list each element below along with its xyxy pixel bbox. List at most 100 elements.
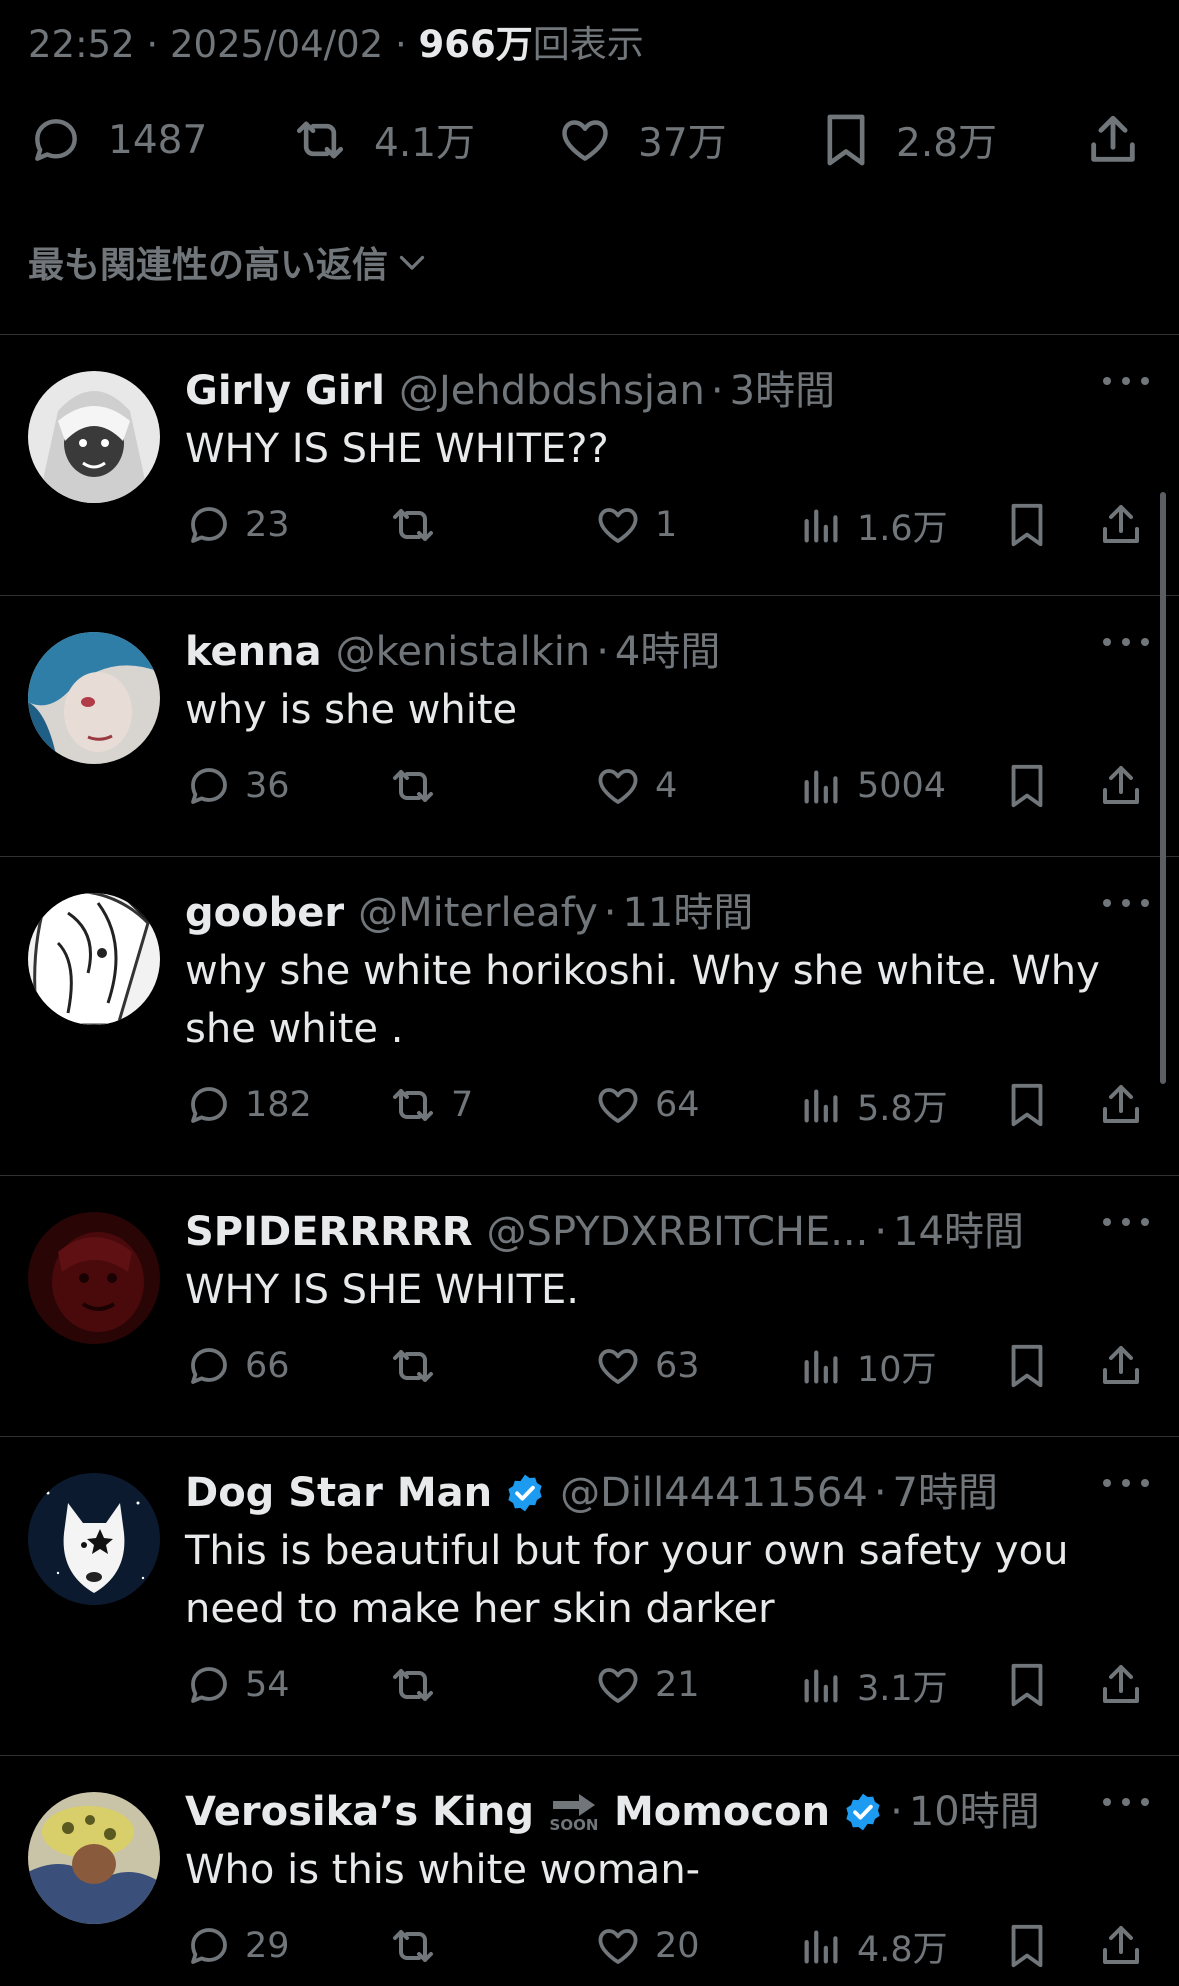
reply-item[interactable]: Dog Star Man @Dill44411564 · 7時間 This is…: [0, 1437, 1179, 1756]
views-chart-icon: [804, 1089, 838, 1123]
heart-icon: [598, 1088, 638, 1123]
like-button[interactable]: 21: [593, 1658, 700, 1712]
reply-button[interactable]: 29: [185, 1919, 290, 1973]
reply-time[interactable]: 4時間: [615, 623, 720, 681]
more-options-button[interactable]: [1103, 366, 1149, 396]
share-icon: [1103, 1926, 1139, 1964]
display-name[interactable]: Dog Star Man: [185, 1464, 492, 1522]
reply-item[interactable]: SPIDERRRRR @SPYDXRBITCHE... · 14時間 WHY I…: [0, 1176, 1179, 1437]
reply-button[interactable]: 182: [185, 1078, 312, 1132]
like-count: 64: [655, 1085, 700, 1125]
views-button[interactable]: 5.8万: [799, 1078, 948, 1132]
user-handle[interactable]: @Jehdbdshsjan: [399, 362, 705, 420]
like-button[interactable]: 37万: [556, 108, 727, 172]
bookmark-button[interactable]: [1005, 1919, 1049, 1973]
avatar[interactable]: [28, 632, 160, 764]
views-button[interactable]: 5004: [799, 759, 946, 813]
share-button[interactable]: [1097, 498, 1145, 552]
reply-time[interactable]: 3時間: [730, 362, 835, 420]
user-handle[interactable]: @Dill44411564: [560, 1464, 868, 1522]
repost-count: 7: [451, 1085, 474, 1125]
reply-time[interactable]: 11時間: [622, 884, 753, 942]
reply-button[interactable]: 54: [185, 1658, 290, 1712]
like-button[interactable]: 4: [593, 759, 677, 813]
reply-button[interactable]: 23: [185, 498, 290, 552]
more-options-button[interactable]: [1103, 1207, 1149, 1237]
like-button[interactable]: 64: [593, 1078, 700, 1132]
scrollbar[interactable]: [1160, 492, 1166, 1084]
bookmark-button[interactable]: [1005, 759, 1049, 813]
reply-icon: [191, 768, 227, 804]
user-handle[interactable]: @kenistalkin: [336, 623, 591, 681]
bookmark-button[interactable]: 2.8万: [820, 108, 997, 172]
reply-time[interactable]: 14時間: [893, 1203, 1024, 1261]
reply-item[interactable]: goober @Miterleafy · 11時間 why she white …: [0, 857, 1179, 1176]
repost-button[interactable]: [387, 759, 451, 813]
bookmark-button[interactable]: [1005, 1658, 1049, 1712]
repost-button[interactable]: [387, 1658, 451, 1712]
user-handle[interactable]: @Miterleafy: [358, 884, 598, 942]
avatar[interactable]: [28, 371, 160, 503]
display-name-suffix[interactable]: Momocon: [614, 1783, 830, 1841]
user-handle[interactable]: @SPYDXRBITCHE...: [487, 1203, 869, 1261]
views-button[interactable]: 3.1万: [799, 1658, 948, 1712]
repost-button[interactable]: [387, 1919, 451, 1973]
reply-time[interactable]: 7時間: [893, 1464, 998, 1522]
repost-button[interactable]: 4.1万: [290, 108, 475, 172]
views-button[interactable]: 4.8万: [799, 1919, 948, 1973]
bookmark-button[interactable]: [1005, 1339, 1049, 1393]
repost-count: 4.1万: [374, 121, 476, 166]
repost-button[interactable]: 7: [387, 1078, 473, 1132]
display-name[interactable]: Girly Girl: [185, 362, 385, 420]
more-options-button[interactable]: [1103, 888, 1149, 918]
display-name[interactable]: Verosika’s King: [185, 1783, 534, 1841]
repost-button[interactable]: [387, 1339, 451, 1393]
reply-item[interactable]: Verosika’s King SOON Momocon · 10時間 Who …: [0, 1756, 1179, 1986]
like-button[interactable]: 1: [593, 498, 677, 552]
reply-item[interactable]: Girly Girl @Jehdbdshsjan · 3時間 WHY IS SH…: [0, 335, 1179, 596]
repost-icon: [393, 1350, 433, 1382]
avatar[interactable]: [28, 1792, 160, 1924]
more-options-button[interactable]: [1103, 627, 1149, 657]
more-options-button[interactable]: [1103, 1787, 1149, 1817]
display-name[interactable]: kenna: [185, 623, 322, 681]
views-count: 4.8万: [857, 1929, 948, 1970]
share-button[interactable]: [1097, 1078, 1145, 1132]
heart-icon: [562, 120, 608, 161]
views-count: 5.8万: [857, 1088, 948, 1129]
share-button[interactable]: [1097, 1339, 1145, 1393]
bookmark-button[interactable]: [1005, 1078, 1049, 1132]
views-label: 回表示: [532, 23, 644, 66]
share-button[interactable]: [1084, 108, 1142, 172]
reply-text: Who is this white woman-: [185, 1847, 701, 1893]
soon-arrow-emoji: SOON: [546, 1792, 602, 1833]
share-button[interactable]: [1097, 1919, 1145, 1973]
like-button[interactable]: 20: [593, 1919, 700, 1973]
like-button[interactable]: 63: [593, 1339, 700, 1393]
more-options-button[interactable]: [1103, 1468, 1149, 1498]
reply-item[interactable]: kenna @kenistalkin · 4時間 why is she whit…: [0, 596, 1179, 857]
share-button[interactable]: [1097, 1658, 1145, 1712]
repost-button[interactable]: [387, 498, 451, 552]
like-count: 37万: [638, 121, 727, 166]
bookmark-count: 2.8万: [896, 121, 998, 166]
avatar[interactable]: [28, 1212, 160, 1344]
display-name[interactable]: SPIDERRRRR: [185, 1203, 473, 1261]
bookmark-button[interactable]: [1005, 498, 1049, 552]
avatar[interactable]: [28, 893, 160, 1025]
display-name[interactable]: goober: [185, 884, 344, 942]
reply-text: WHY IS SHE WHITE??: [185, 426, 609, 472]
views-button[interactable]: 10万: [799, 1339, 937, 1393]
reply-button[interactable]: 66: [185, 1339, 290, 1393]
share-button[interactable]: [1097, 759, 1145, 813]
avatar[interactable]: [28, 1473, 160, 1605]
views-count[interactable]: 966万: [419, 23, 533, 66]
reply-time[interactable]: 10時間: [909, 1783, 1040, 1841]
reply-sort-selector[interactable]: 最も関連性の高い返信: [28, 236, 430, 288]
post-time: 22:52: [28, 23, 135, 66]
reply-button[interactable]: 1487: [28, 108, 207, 172]
reply-button[interactable]: 36: [185, 759, 290, 813]
arrow-right-icon: [552, 1794, 595, 1816]
repost-icon: [296, 121, 344, 159]
views-button[interactable]: 1.6万: [799, 498, 948, 552]
